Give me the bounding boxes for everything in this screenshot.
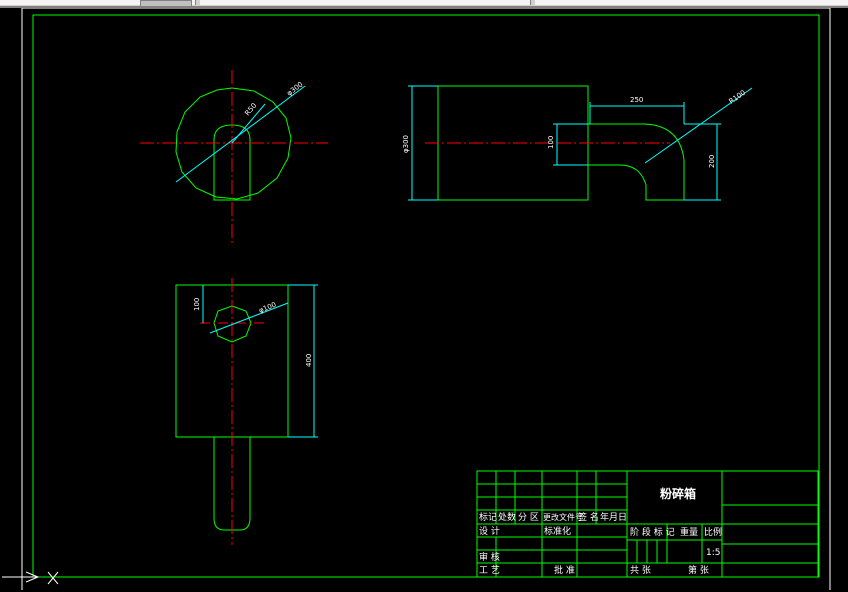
side-view-length-label: 250 [630, 96, 643, 104]
top-view: φ300 R50 [140, 70, 328, 245]
front-view-hole-label: φ100 [258, 301, 278, 315]
title-block [476, 470, 819, 578]
tb-design-label: 设 计 [479, 525, 500, 537]
tb-standard-label: 标准化 [544, 525, 571, 537]
tb-header-count: 处数 [498, 511, 516, 523]
tb-header-mark: 标记 [479, 511, 497, 523]
top-view-diameter-leader [175, 85, 306, 183]
tb-header-change-doc: 更改文件号 [543, 512, 583, 522]
front-view: φ100 100 400 [175, 278, 318, 545]
inner-frame [32, 14, 820, 578]
toolbar-field-linetype[interactable] [200, 0, 531, 5]
tb-header-date: 年月日 [600, 511, 627, 523]
drawing-canvas[interactable]: φ300 R50 φ300 250 R100 100 200 φ100 100 … [0, 8, 848, 592]
tb-scale-label: 比例 [704, 526, 722, 538]
side-view-inner-label: 100 [547, 136, 555, 149]
front-view-offset-label: 100 [193, 298, 201, 311]
tb-review-label: 审 核 [479, 551, 500, 563]
tb-weight-label: 重量 [680, 526, 698, 538]
side-view-radius-label: R100 [728, 89, 748, 106]
tb-process-label: 工 艺 [479, 565, 500, 576]
tb-sheet-number: 第 张 [688, 564, 709, 576]
side-view-height-label: 200 [708, 155, 716, 168]
tb-scale-value: 1:5 [706, 548, 720, 558]
side-view-diameter-label: φ300 [402, 135, 410, 153]
tb-stage-label: 阶 段 标 记 [630, 526, 675, 538]
front-view-height-label: 400 [305, 354, 313, 367]
toolbar-field-lineweight[interactable] [535, 0, 848, 5]
tb-total-sheets: 共 张 [630, 565, 651, 576]
side-view: φ300 250 R100 100 200 [402, 85, 753, 201]
tb-header-zone: 分 区 [518, 512, 539, 523]
tb-approve-label: 批 准 [554, 564, 575, 576]
ucs-icon: X [2, 571, 59, 585]
tb-header-sign: 签 名 [578, 511, 599, 523]
title-block-title: 粉碎箱 [660, 486, 696, 501]
